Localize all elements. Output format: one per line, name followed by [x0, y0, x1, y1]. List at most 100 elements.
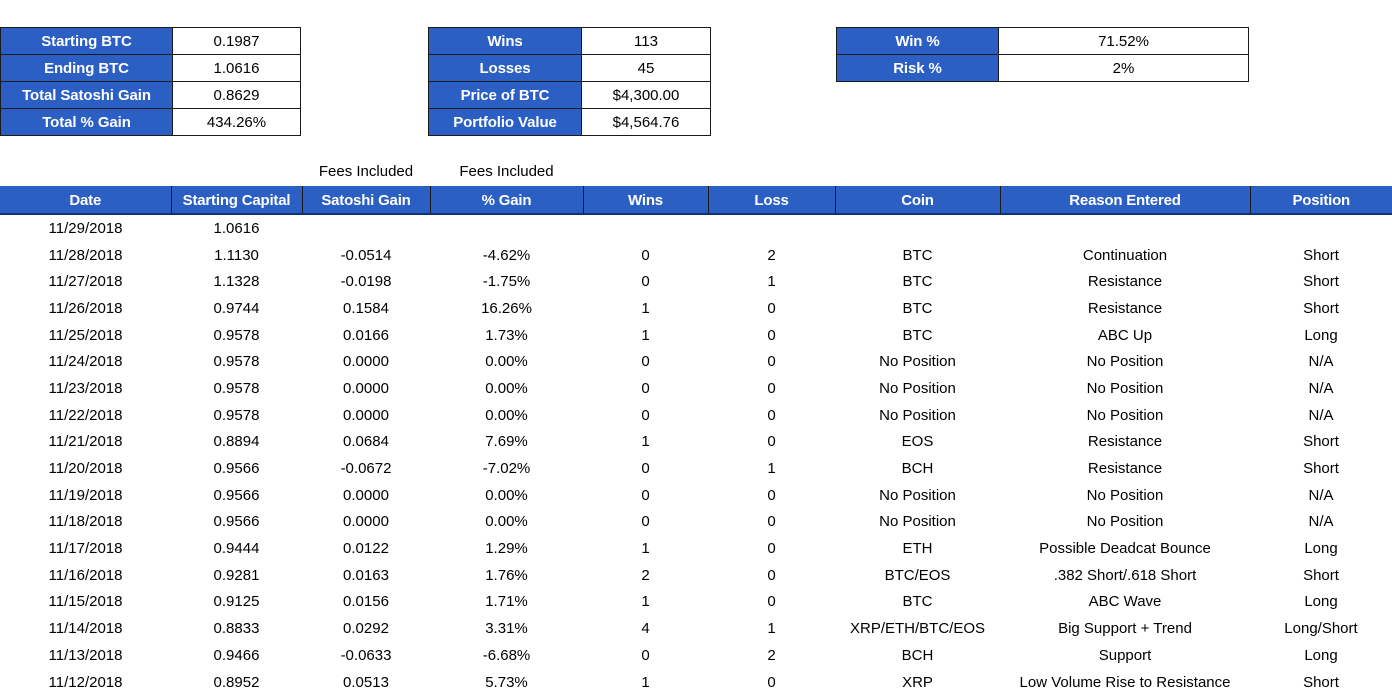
cell-loss: 0 [767, 540, 776, 558]
cell-date: 11/22/2018 [48, 406, 123, 424]
cell-satoshi-gain: 0.0000 [343, 513, 389, 531]
table-row[interactable]: 11/22/2018 0.9578 0.0000 0.00% 0 0 No Position… [0, 402, 1392, 429]
cell-starting-capital: 0.9578 [213, 353, 260, 371]
cell-starting-capital: 0.9578 [213, 406, 260, 424]
cell-date: 11/12/2018 [48, 673, 123, 691]
table-row[interactable]: 11/17/2018 0.9444 0.0122 1.29% 1 0 ETH Possible… [0, 535, 1392, 562]
cell-starting-capital: 0.9444 [213, 540, 260, 558]
cell-starting-capital: 0.9566 [213, 460, 260, 478]
table-row[interactable]: 11/20/2018 0.9566 -0.0672 -7.02% 0 1 BCH Resist… [0, 455, 1392, 482]
table-row[interactable]: 11/18/2018 0.9566 0.0000 0.00% 0 0 No Position… [0, 509, 1392, 536]
cell-date: 11/25/2018 [48, 326, 123, 344]
table-row[interactable]: 11/16/2018 0.9281 0.0163 1.76% 2 0 BTC/EOS .382… [0, 562, 1392, 589]
summary-label: Total % Gain [0, 108, 173, 136]
cell-date: 11/17/2018 [48, 540, 123, 558]
cell-date: 11/23/2018 [48, 379, 123, 397]
cell-reason-entered: No Position [1086, 486, 1164, 504]
cell-date: 11/13/2018 [48, 646, 123, 664]
cell-reason-entered: No Position [1086, 513, 1164, 531]
table-row[interactable]: 11/29/2018 1.0616 [0, 214, 1392, 242]
summary-value: $4,300.00 [581, 81, 711, 109]
cell-position: Long [1304, 326, 1338, 344]
cell-position: Short [1303, 273, 1339, 291]
cell-position: N/A [1308, 406, 1334, 424]
cell-coin: EOS [901, 433, 934, 451]
cell-loss: 0 [767, 486, 776, 504]
column-header-coin[interactable]: Coin [834, 186, 1001, 215]
table-row[interactable]: 11/15/2018 0.9125 0.0156 1.71% 1 0 BTC ABC Wave… [0, 589, 1392, 616]
cell-starting-capital: 1.1130 [214, 246, 259, 264]
risk-summary-table: Win % 71.52% Risk % 2% [836, 27, 1249, 82]
cell-pct-gain: 1.76% [485, 566, 528, 584]
cell-starting-capital: 0.9566 [213, 513, 260, 531]
cell-date: 11/16/2018 [48, 566, 123, 584]
table-row[interactable]: 11/28/2018 1.1130 -0.0514 -4.62% 0 2 BTC Contin… [0, 242, 1392, 269]
column-header-reason-entered[interactable]: Reason Entered [999, 186, 1251, 215]
cell-pct-gain: 3.31% [485, 620, 528, 638]
cell-coin: BTC [902, 299, 933, 317]
cell-satoshi-gain: 0.0122 [343, 540, 389, 558]
cell-coin: BTC [902, 326, 933, 344]
fees-annotation-row: Fees Included Fees Included [0, 162, 1392, 186]
column-header-pct-gain[interactable]: % Gain [429, 186, 584, 215]
cell-pct-gain: 7.69% [485, 433, 528, 451]
btc-summary-table: Starting BTC 0.1987 Ending BTC 1.0616 Total … [0, 27, 301, 136]
cell-date: 11/14/2018 [48, 620, 123, 638]
cell-date: 11/18/2018 [48, 513, 123, 531]
table-row[interactable]: 11/14/2018 0.8833 0.0292 3.31% 4 1 XRP/ETH/BTC… [0, 615, 1392, 642]
cell-satoshi-gain: 0.0000 [343, 379, 389, 397]
cell-date: 11/27/2018 [48, 273, 123, 291]
summary-value: 113 [581, 27, 711, 55]
summary-label: Starting BTC [0, 27, 173, 55]
cell-coin [835, 214, 1000, 242]
cell-loss: 1 [767, 273, 776, 291]
cell-loss [708, 214, 835, 242]
cell-position: Long [1304, 646, 1338, 664]
cell-pct-gain: 0.00% [485, 486, 528, 504]
cell-starting-capital: 0.9125 [213, 593, 260, 611]
cell-coin: BCH [901, 646, 934, 664]
cell-coin: BTC [902, 593, 933, 611]
column-header-wins[interactable]: Wins [582, 186, 709, 215]
table-row[interactable]: 11/19/2018 0.9566 0.0000 0.00% 0 0 No Position… [0, 482, 1392, 509]
summary-value: 2% [998, 54, 1249, 82]
summary-label: Losses [428, 54, 582, 82]
cell-satoshi-gain: -0.0633 [340, 646, 392, 664]
cell-wins: 0 [641, 646, 650, 664]
table-row[interactable]: 11/13/2018 0.9466 -0.0633 -6.68% 0 2 BCH Suppor… [0, 642, 1392, 669]
table-row[interactable]: 11/12/2018 0.8952 0.0513 5.73% 1 0 XRP Low Volu… [0, 669, 1392, 695]
cell-wins: 1 [641, 540, 650, 558]
cell-wins: 4 [641, 620, 650, 638]
summary-value: 45 [581, 54, 711, 82]
column-header-satoshi-gain[interactable]: Satoshi Gain [301, 186, 431, 215]
cell-position: Short [1303, 566, 1339, 584]
cell-loss: 1 [767, 460, 776, 478]
cell-pct-gain: 1.71% [485, 593, 528, 611]
cell-wins: 1 [641, 433, 650, 451]
cell-loss: 1 [767, 620, 776, 638]
column-header-starting-capital[interactable]: Starting Capital [170, 186, 303, 215]
cell-date: 11/15/2018 [48, 593, 123, 611]
table-row[interactable]: 11/25/2018 0.9578 0.0166 1.73% 1 0 BTC ABC Up Lo… [0, 322, 1392, 349]
table-row[interactable]: 11/26/2018 0.9744 0.1584 16.26% 1 0 BTC Resista… [0, 295, 1392, 322]
cell-satoshi-gain: -0.0672 [340, 460, 392, 478]
summary-label: Ending BTC [0, 54, 173, 82]
cell-wins: 0 [641, 486, 650, 504]
column-header-loss[interactable]: Loss [707, 186, 836, 215]
table-row[interactable]: 11/21/2018 0.8894 0.0684 7.69% 1 0 EOS Resistan… [0, 429, 1392, 456]
cell-starting-capital: 1.0616 [213, 219, 260, 237]
table-row[interactable]: 11/23/2018 0.9578 0.0000 0.00% 0 0 No Position… [0, 375, 1392, 402]
cell-pct-gain: 0.00% [485, 513, 528, 531]
column-header-position[interactable]: Position [1249, 186, 1392, 215]
column-header-date[interactable]: Date [0, 186, 172, 215]
cell-wins: 2 [641, 566, 650, 584]
cell-date: 11/19/2018 [48, 486, 123, 504]
cell-reason-entered: Resistance [1087, 273, 1163, 291]
cell-satoshi-gain: -0.0514 [340, 246, 392, 264]
cell-loss: 0 [767, 673, 776, 691]
table-row[interactable]: 11/24/2018 0.9578 0.0000 0.00% 0 0 No Position… [0, 348, 1392, 375]
summary-value: 0.1987 [172, 27, 301, 55]
cell-reason-entered: Continuation [1082, 246, 1168, 264]
summary-row: Starting BTC 0.1987 [0, 27, 301, 55]
table-row[interactable]: 11/27/2018 1.1328 -0.0198 -1.75% 0 1 BTC Resist… [0, 268, 1392, 295]
